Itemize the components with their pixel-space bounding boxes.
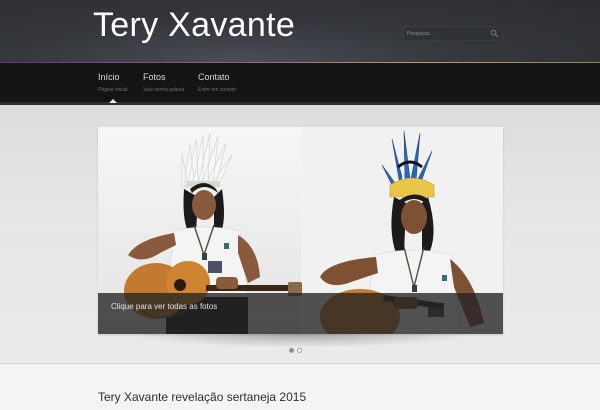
nav-item-contato[interactable]: Contato Entre em contato (198, 72, 236, 93)
nav-subtitle: Veja minha galeria (143, 87, 185, 93)
slider-shadow (128, 334, 473, 348)
nav-label: Fotos (143, 72, 166, 82)
post-title[interactable]: Tery Xavante revelação sertaneja 2015 (98, 390, 306, 404)
search-icon[interactable] (490, 29, 499, 38)
main-nav: Início Página inicial Fotos Veja minha g… (0, 63, 600, 102)
active-nav-indicator (109, 99, 117, 103)
slider-dot-2[interactable] (297, 348, 302, 353)
main-content: Tery Xavante revelação sertaneja 2015 (0, 364, 600, 410)
nav-subtitle: Página inicial (98, 87, 128, 93)
nav-item-fotos[interactable]: Fotos Veja minha galeria (143, 72, 184, 93)
site-header: Tery Xavante (0, 0, 600, 62)
search-input[interactable] (404, 27, 484, 40)
slide-caption-bar[interactable]: Clique para ver todas as fotos (98, 293, 503, 334)
nav-label: Contato (198, 72, 230, 82)
slideshow[interactable]: Clique para ver todas as fotos (98, 127, 503, 334)
site-title[interactable]: Tery Xavante (93, 6, 295, 45)
nav-item-inicio[interactable]: Início Página inicial (98, 72, 127, 93)
slider-dot-1[interactable] (289, 348, 294, 353)
nav-subtitle: Entre em contato (198, 87, 237, 93)
nav-label: Início (98, 72, 120, 82)
search-box (403, 26, 503, 41)
slide-caption[interactable]: Clique para ver todas as fotos (111, 302, 217, 311)
